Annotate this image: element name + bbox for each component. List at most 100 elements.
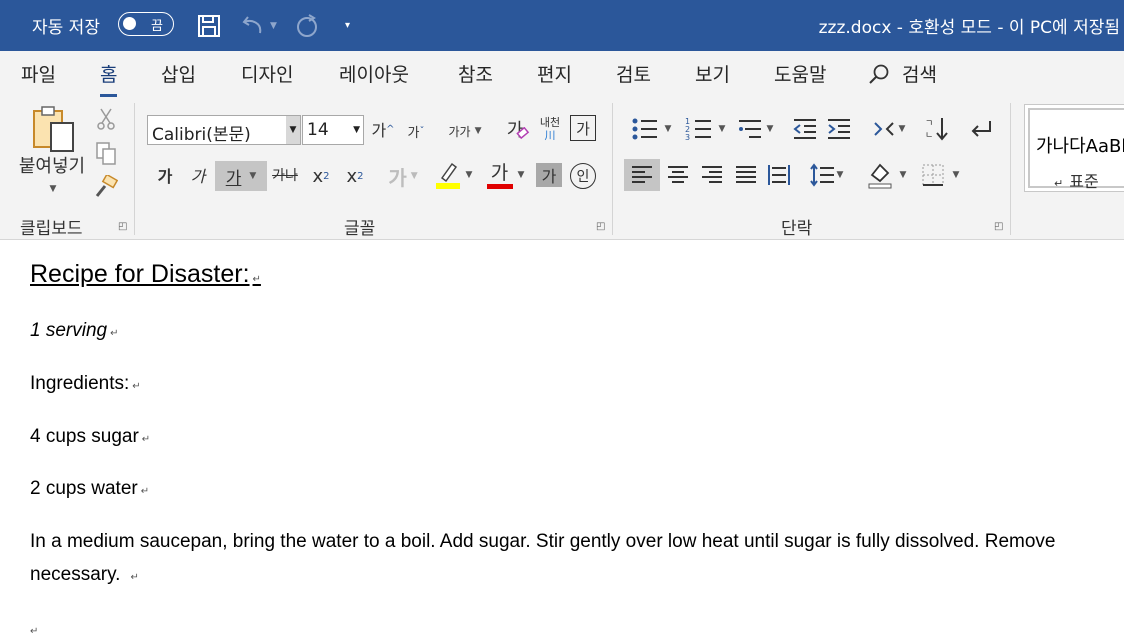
font-size-field[interactable]: 14 ▼ (302, 115, 364, 145)
ingredient-item: 2 cups water ↵ (30, 478, 149, 500)
font-color-label: 가 (490, 161, 509, 184)
group-divider (134, 103, 135, 235)
paint-bucket-icon (868, 163, 892, 189)
character-border-button[interactable]: 가 (570, 115, 596, 141)
underline-label: 가 (225, 168, 242, 189)
format-painter-icon[interactable] (94, 175, 118, 199)
superscript-button[interactable]: x2 (342, 161, 368, 191)
search-label: 검색 (902, 64, 937, 86)
character-shading-button[interactable]: 가 (536, 163, 562, 187)
align-right-button[interactable] (696, 159, 728, 191)
grow-font-button[interactable]: 가 ^ (369, 115, 397, 143)
highlighter-icon (435, 162, 460, 189)
paragraph-mark: ↵ (140, 486, 150, 497)
align-left-button[interactable] (624, 159, 660, 191)
borders-icon (922, 164, 944, 186)
paragraph-launcher-icon[interactable]: ◰ (994, 221, 1003, 232)
increase-indent-icon (828, 119, 850, 139)
tab-home[interactable]: 홈 (100, 60, 118, 97)
ingredients-text: Ingredients: (30, 373, 130, 394)
search-button[interactable]: 검색 (868, 60, 937, 87)
align-center-icon (668, 166, 688, 183)
paragraph-mark: ↵ (252, 274, 261, 285)
increase-indent-button[interactable] (824, 115, 854, 143)
group-divider (1010, 103, 1011, 235)
text-direction-button[interactable]: ▼ (866, 115, 910, 143)
paste-button[interactable]: 붙여넣기 (10, 153, 94, 177)
font-family-dropdown-icon[interactable]: ▼ (286, 116, 300, 144)
paste-dropdown-icon[interactable]: ▼ (48, 183, 58, 195)
underline-button[interactable]: 가 ▼ (215, 161, 267, 191)
subscript-button[interactable]: x2 (308, 161, 334, 191)
cut-icon[interactable] (94, 107, 118, 131)
phonetic-label: 내천 (539, 116, 561, 129)
customize-qat-icon[interactable]: ▾ (345, 0, 350, 51)
style-normal[interactable]: 가나다AaBb ↵ 표준 (1028, 108, 1124, 191)
align-right-icon (702, 166, 722, 183)
tab-view[interactable]: 보기 (695, 60, 730, 87)
tab-layout[interactable]: 레이아웃 (339, 60, 409, 87)
document-title: zzz.docx - 호환성 모드 - 이 PC에 저장됨 (818, 18, 1120, 38)
change-case-button[interactable]: 가가 ▼ (444, 117, 486, 145)
svg-text:3: 3 (685, 133, 690, 142)
style-sample-text: 가나다AaBb (1036, 136, 1124, 157)
paste-icon[interactable] (28, 105, 80, 153)
tab-review[interactable]: 검토 (616, 60, 651, 87)
save-icon[interactable] (194, 0, 224, 51)
group-divider (612, 103, 613, 235)
justify-button[interactable] (730, 159, 762, 191)
borders-button[interactable]: ▼ (916, 159, 964, 191)
copy-icon[interactable] (94, 141, 118, 165)
paragraph-mark: ↵ (132, 381, 141, 392)
undo-dropdown-icon[interactable]: ▼ (270, 0, 277, 51)
shrink-font-label: 가 (407, 125, 420, 141)
document-canvas[interactable]: Recipe for Disaster: ↵ 1 serving ↵ Ingredi… (0, 240, 1124, 635)
font-size-dropdown-icon[interactable]: ▼ (353, 125, 360, 135)
enclose-characters-button[interactable]: 인 (570, 163, 596, 189)
undo-icon[interactable] (238, 0, 268, 51)
phonetic-guide-button[interactable]: 내천 川 (535, 113, 565, 145)
tab-design[interactable]: 디자인 (241, 60, 293, 87)
paragraph-mark: ↵ (141, 434, 151, 445)
empty-paragraph: ↵ (30, 618, 38, 635)
autosave-toggle[interactable]: 끔 (118, 12, 174, 36)
sort-icon: ㄱㄴ (925, 118, 948, 141)
font-launcher-icon[interactable]: ◰ (596, 221, 605, 232)
redo-icon[interactable] (292, 0, 322, 51)
clipboard-launcher-icon[interactable]: ◰ (118, 221, 127, 232)
autosave-state: 끔 (151, 19, 163, 34)
bullets-button[interactable]: ▼ (626, 115, 676, 143)
phonetic-sub-label: 川 (544, 129, 556, 142)
shading-button[interactable]: ▼ (862, 159, 910, 191)
tab-mailings[interactable]: 편지 (537, 60, 572, 87)
search-icon (869, 64, 889, 84)
bold-button[interactable]: 가 (152, 161, 178, 189)
shrink-font-button[interactable]: 가ˇ (402, 117, 430, 145)
italic-button[interactable]: 가 (185, 161, 211, 189)
tab-references[interactable]: 참조 (458, 60, 493, 87)
recipe-heading: Recipe for Disaster: ↵ (30, 260, 261, 289)
tab-help[interactable]: 도움말 (774, 60, 826, 87)
tab-file[interactable]: 파일 (21, 60, 56, 87)
distributed-button[interactable] (764, 159, 794, 191)
title-bar: 자동 저장 끔 ▼ ▾ zzz.docx - 호환성 모드 - 이 PC에 저장… (0, 0, 1124, 51)
show-formatting-marks-button[interactable] (966, 115, 996, 143)
highlight-color-button[interactable]: ▼ (430, 159, 476, 191)
heading-text: Recipe for Disaster: (30, 260, 250, 288)
tab-insert[interactable]: 삽입 (161, 60, 196, 87)
decrease-indent-button[interactable] (790, 115, 820, 143)
strikethrough-button[interactable]: 가나 (270, 161, 300, 189)
line-spacing-button[interactable]: ▼ (804, 159, 848, 191)
align-center-button[interactable] (662, 159, 694, 191)
ribbon-home: 붙여넣기 ▼ 클립보드 ◰ Calibri(본문) ▼ 14 ▼ 가 ^ 가ˇ 가… (0, 97, 1124, 240)
font-family-field[interactable]: Calibri(본문) ▼ (147, 115, 301, 145)
superscript-mark: 2 (357, 170, 364, 182)
sort-button[interactable]: ㄱㄴ (922, 115, 952, 143)
font-color-button[interactable]: 가 ▼ (482, 159, 528, 191)
numbering-button[interactable]: 123 ▼ (680, 115, 730, 143)
multilevel-list-button[interactable]: ▼ (734, 115, 776, 143)
grow-font-label: 가 (371, 121, 387, 140)
text-effects-button[interactable]: 가 ▼ (382, 161, 424, 191)
font-color-swatch (486, 183, 513, 189)
clear-formatting-button[interactable]: 가 (500, 115, 530, 143)
